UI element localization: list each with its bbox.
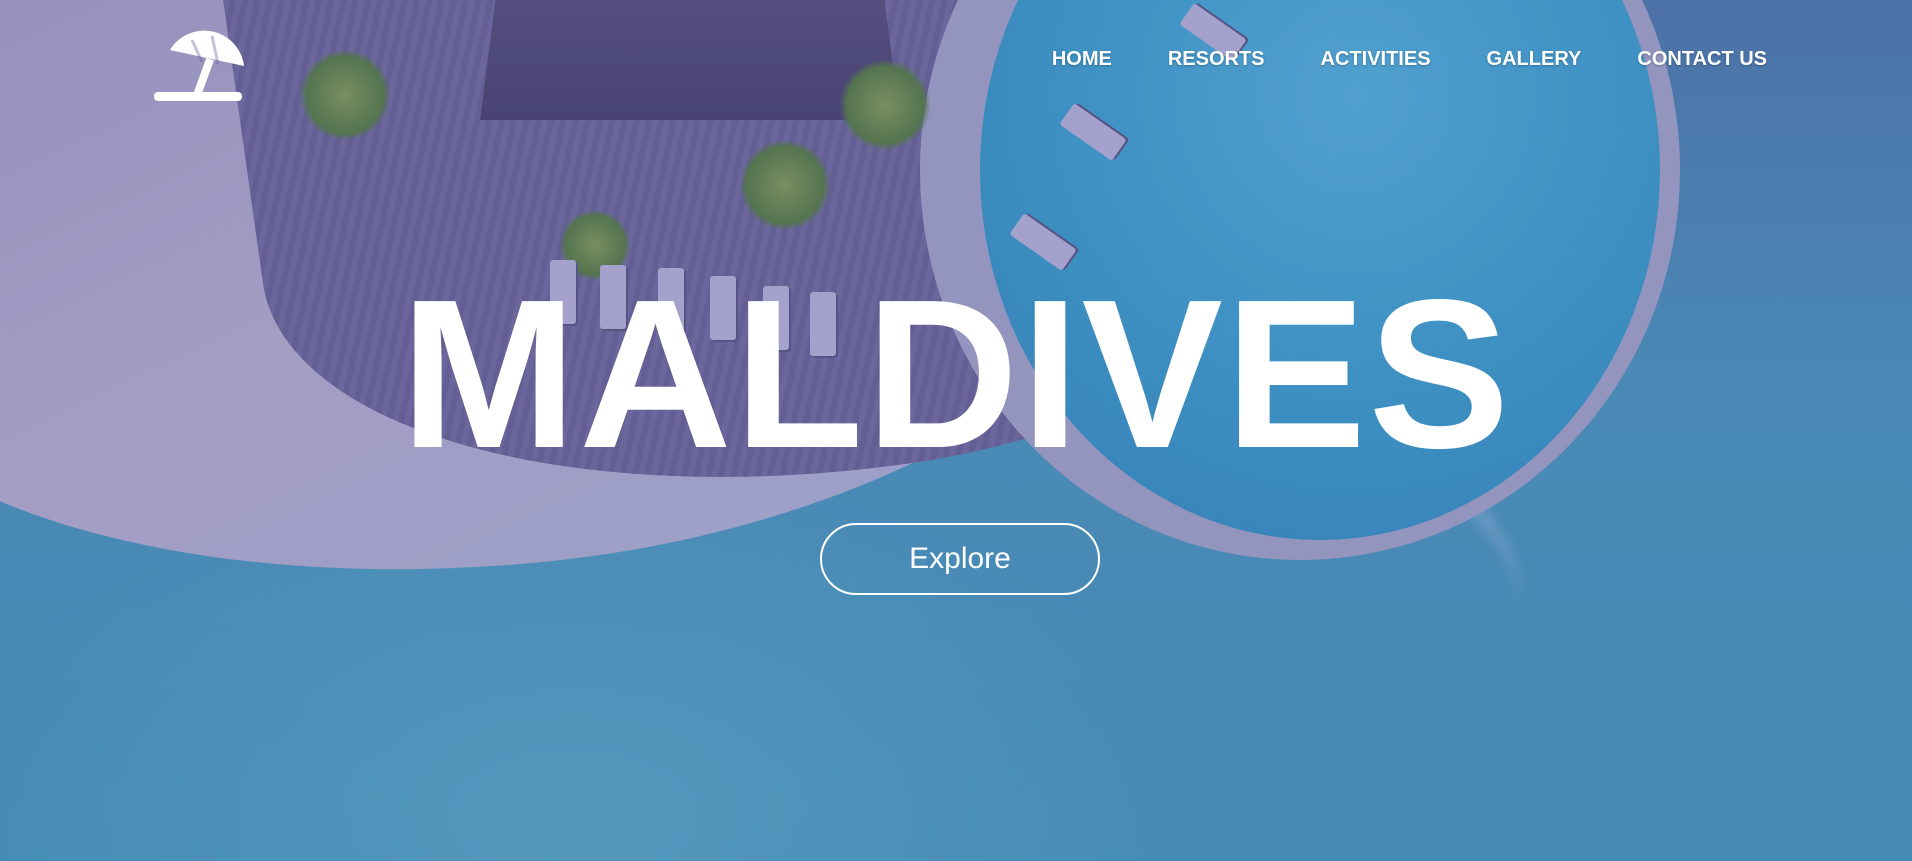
nav-resorts-link[interactable]: RESORTS xyxy=(1168,48,1265,71)
nav-gallery-link[interactable]: GALLERY xyxy=(1487,48,1582,71)
explore-button[interactable]: Explore xyxy=(820,523,1100,595)
site-header: HOME RESORTS ACTIVITIES GALLERY CONTACT … xyxy=(0,0,1912,110)
nav-activities-link[interactable]: ACTIVITIES xyxy=(1321,48,1431,71)
hero-title: MALDIVES xyxy=(400,255,1512,492)
nav-contact-link[interactable]: CONTACT US xyxy=(1637,48,1767,71)
main-nav: HOME RESORTS ACTIVITIES GALLERY CONTACT … xyxy=(1052,48,1767,71)
nav-home-link[interactable]: HOME xyxy=(1052,48,1112,71)
beach-umbrella-icon[interactable] xyxy=(152,20,246,104)
